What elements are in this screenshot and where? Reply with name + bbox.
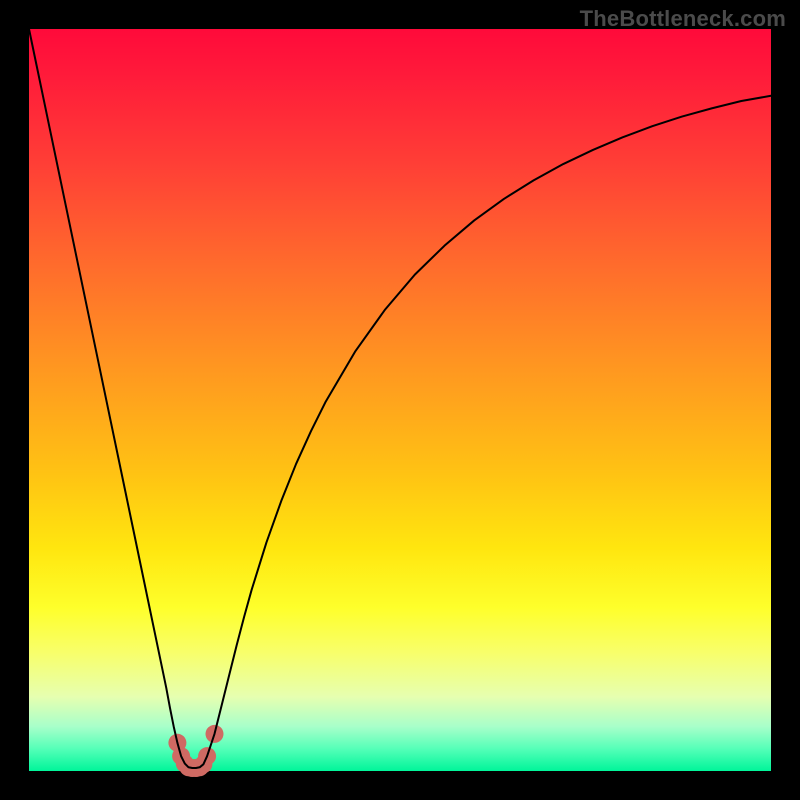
- bottleneck-curve-path: [29, 29, 771, 768]
- bottleneck-curve-chart: [0, 0, 800, 800]
- outer-frame: TheBottleneck.com: [0, 0, 800, 800]
